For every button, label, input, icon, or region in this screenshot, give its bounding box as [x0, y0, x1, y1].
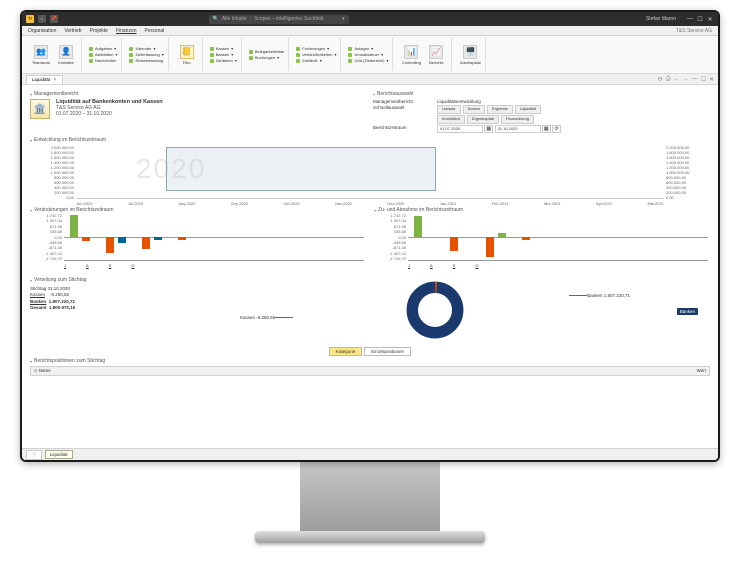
search-scope: Alle Inhalte	[222, 16, 247, 22]
tool-max-icon[interactable]: ☐	[701, 76, 706, 83]
document-tabs: Liquidität✕ ⟳ ⎙ ← → — ☐ ✕	[22, 74, 718, 85]
filter-eigenkapital[interactable]: Eigenkapital	[467, 115, 499, 124]
ribbon-controlling[interactable]: 📊Controlling	[400, 45, 422, 65]
filter-row3-label: Berichtszeitraum	[373, 125, 433, 134]
ribbon-belegarbeit[interactable]: Belegarbeitsliste	[249, 49, 284, 54]
global-search[interactable]: 🔍 Alle Inhalte | Scopes – intelligentes …	[209, 15, 349, 24]
ribbon-zahlaeufe[interactable]: Zahläufe ▾	[296, 58, 336, 63]
ribbon-nachrichten[interactable]: Nachrichten	[89, 58, 117, 63]
ribbon-zahllisten[interactable]: Zahllisten ▾	[210, 58, 237, 63]
ribbon-forderungen[interactable]: Forderungen ▾	[296, 46, 336, 51]
bottom-tabs: 📄 Liquidität	[22, 448, 718, 460]
section-label: Managementbericht	[34, 91, 78, 97]
filter-heading: Berichtsauswahl	[377, 91, 413, 97]
filter-finanzierung[interactable]: Finanzierung	[501, 115, 534, 124]
bottom-tab-liquiditaet[interactable]: Liquidität	[45, 450, 73, 459]
yaxis-left: 2.000.000,001.800.000,001.600.000,001.40…	[30, 145, 74, 199]
menubar: Organisation Vertrieb Projekte Finanzen …	[22, 26, 718, 36]
filter-row1-val: Liquiditätsentwicklung	[437, 99, 710, 104]
bottom-tab-icon[interactable]: 📄	[26, 450, 42, 460]
calendar-from-icon[interactable]: ▦	[484, 125, 493, 133]
donut-banken-label: Banken 1.807.220,71	[587, 293, 630, 298]
filter-ergebnis[interactable]: Ergebnis	[487, 105, 513, 114]
table-title: Berichtspositionen zum Stichtag	[34, 358, 105, 364]
summary-block: ▾Verteilung zum Stichtag Stichtag 31.10.…	[30, 275, 160, 345]
report-daterange: 01.07.2020 – 31.10.2020	[56, 111, 163, 117]
tool-close-icon[interactable]: ✕	[709, 76, 714, 83]
report-content: ▾Managementbericht 🏛️ Liquidität auf Ban…	[22, 85, 718, 460]
home-button[interactable]: ⌂	[38, 15, 46, 23]
donut-badge: Banken	[677, 308, 698, 315]
table-header: ◇ Name Wert	[30, 366, 710, 376]
view-einzel-button[interactable]: Einzelpositionen	[364, 347, 411, 356]
filter-kosten[interactable]: Kosten	[463, 105, 485, 114]
donut-chart[interactable]: Banken 1.807.220,71 Kassen -6.250,55 Ban…	[160, 275, 710, 345]
ribbon-zeiterfassung[interactable]: Zeiterfassung ▾	[129, 52, 163, 57]
donut-kassen-label: Kassen -6.250,55	[240, 315, 275, 320]
ribbon-kassen[interactable]: Kassen ▾	[210, 46, 237, 51]
tool-fwd-icon[interactable]: →	[683, 76, 689, 83]
company-label[interactable]: T&S Service AG	[676, 28, 712, 34]
menu-organisation[interactable]: Organisation	[28, 28, 56, 34]
selection-range[interactable]	[166, 147, 436, 191]
menu-personal[interactable]: Personal	[145, 28, 165, 34]
timeline-title: Entwicklung im Berichtszeitraum	[34, 137, 106, 143]
maximize-button[interactable]: ☐	[696, 15, 704, 23]
ribbon-arbeitsplatz[interactable]: 🖥️Arbeitsplatz	[459, 45, 481, 65]
ribbon-verbindlichk[interactable]: Verbindlichkeiten ▾	[296, 52, 336, 57]
tool-min-icon[interactable]: —	[692, 76, 698, 83]
ribbon-reiseerfassung[interactable]: Reiseerfassung	[129, 58, 163, 63]
filter-row1-label: Managementbericht	[373, 99, 433, 104]
filter-umsatz[interactable]: Umsatz	[437, 105, 461, 114]
yaxis-right: 2.000.000,001.800.000,001.600.000,001.40…	[666, 145, 710, 199]
bank-icon: 🏛️	[30, 99, 50, 119]
menu-projekte[interactable]: Projekte	[90, 28, 108, 34]
ribbon-berichte[interactable]: 📈Berichte	[425, 45, 447, 65]
ribbon-uva[interactable]: UVA (Österreich) ▾	[348, 58, 388, 63]
app-window: ⟲ ⌂ 📌 🔍 Alle Inhalte | Scopes – intellig…	[20, 10, 720, 462]
date-refresh-icon[interactable]: ⟳	[552, 125, 561, 133]
titlebar: ⟲ ⌂ 📌 🔍 Alle Inhalte | Scopes – intellig…	[22, 12, 718, 26]
ribbon-kalender[interactable]: Kalender ▾	[129, 46, 163, 51]
ribbon-fibu[interactable]: 📒Fibu	[176, 45, 198, 65]
nav-back-button[interactable]: ⟲	[26, 15, 34, 23]
ribbon-banken[interactable]: Banken ▾	[210, 52, 237, 57]
filter-liquiditaet[interactable]: Liquidität	[515, 105, 541, 114]
menu-vertrieb[interactable]: Vertrieb	[64, 28, 81, 34]
tool-back-icon[interactable]: ←	[674, 76, 680, 83]
filter-investition[interactable]: Investition	[437, 115, 465, 124]
ribbon-aktivitaeten[interactable]: Aktivitäten ▾	[89, 52, 117, 57]
ribbon: 👥Teamwork 👤Kontakte Aufgaben ▾ Aktivität…	[22, 36, 718, 74]
date-from-input[interactable]: 01.07.2020	[437, 125, 483, 133]
tool-print-icon[interactable]: ⎙	[666, 76, 671, 83]
changes-chart-left[interactable]: ▾Veränderungen im Berichtszeitraum 1.742…	[30, 213, 366, 271]
search-placeholder: Scopes – intelligentes Suchfeld	[254, 16, 324, 22]
date-to-input[interactable]: 31.10.2020	[495, 125, 541, 133]
ribbon-umsatzsteuer[interactable]: Umsatzsteuer ▾	[348, 52, 388, 57]
close-button[interactable]: ✕	[706, 15, 714, 23]
filter-row2-label: Schnellauswahl	[373, 105, 433, 124]
minimize-button[interactable]: —	[686, 15, 694, 23]
ribbon-buchungen[interactable]: Buchungen ▾	[249, 55, 284, 60]
user-label[interactable]: Stefan Maron	[646, 16, 676, 22]
timeline-chart[interactable]: 2.000.000,001.800.000,001.600.000,001.40…	[30, 145, 710, 209]
tool-refresh-icon[interactable]: ⟳	[658, 76, 663, 83]
ribbon-anlagen[interactable]: Anlagen ▾	[348, 46, 388, 51]
ribbon-kontakte[interactable]: 👤Kontakte	[55, 45, 77, 65]
tab-close-icon[interactable]: ✕	[53, 77, 57, 82]
ribbon-aufgaben[interactable]: Aufgaben ▾	[89, 46, 117, 51]
tab-liquiditaet[interactable]: Liquidität✕	[26, 75, 63, 84]
changes-chart-right[interactable]: ▾Zu- und Abnahme im Berichtszeitraum 1.7…	[374, 213, 710, 271]
calendar-to-icon[interactable]: ▦	[542, 125, 551, 133]
xaxis: Jun.2020Jul.2020Aug.2020Sep.2020Okt.2020…	[76, 201, 664, 209]
menu-finanzen[interactable]: Finanzen	[116, 28, 137, 34]
view-kategorie-button[interactable]: Kategorie	[329, 347, 362, 356]
pin-button[interactable]: 📌	[50, 15, 58, 23]
ribbon-teamwork[interactable]: 👥Teamwork	[30, 45, 52, 65]
